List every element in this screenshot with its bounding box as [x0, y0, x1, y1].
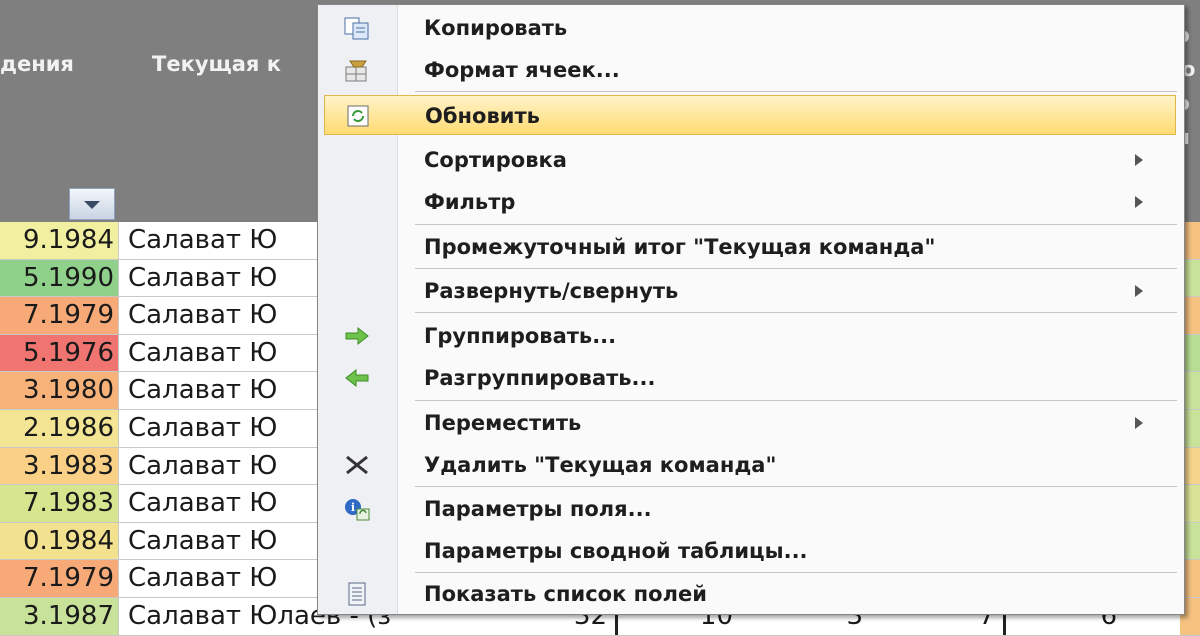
column-header-current-team[interactable]: Текущая к [152, 52, 281, 76]
menu-item-field-settings[interactable]: i Параметры поля... [318, 489, 1184, 529]
filter-dropdown-button[interactable] [69, 188, 115, 220]
menu-separator [415, 400, 1177, 401]
menu-item-label: Переместить [424, 411, 582, 435]
menu-separator [415, 224, 1177, 225]
ungroup-arrow-icon [342, 365, 372, 391]
menu-item-label: Показать список полей [424, 582, 707, 606]
svg-text:i: i [351, 501, 355, 514]
refresh-icon [343, 103, 373, 129]
format-cells-icon [342, 57, 372, 83]
menu-item-label: Группировать... [424, 324, 617, 348]
date-cell[interactable]: 2.1986 [0, 409, 119, 447]
submenu-arrow-icon [1135, 417, 1143, 429]
date-cell[interactable]: 3.1987 [0, 597, 119, 635]
menu-item-label: Формат ячеек... [424, 58, 620, 82]
menu-item-label: Обновить [425, 104, 540, 128]
menu-item-show-field-list[interactable]: Показать список полей [318, 574, 1184, 614]
copy-icon [342, 15, 372, 41]
menu-item-label: Промежуточный итог "Текущая команда" [424, 235, 936, 259]
menu-item-label: Фильтр [424, 190, 516, 214]
menu-item-subtotal[interactable]: Промежуточный итог "Текущая команда" [318, 227, 1184, 267]
field-list-icon [342, 581, 372, 607]
menu-separator [415, 91, 1177, 92]
menu-item-filter[interactable]: Фильтр [318, 182, 1184, 222]
date-cell[interactable]: 5.1976 [0, 334, 119, 372]
menu-item-group[interactable]: Группировать... [318, 316, 1184, 356]
date-cell[interactable]: 7.1979 [0, 297, 119, 334]
date-cell[interactable]: 7.1983 [0, 485, 119, 522]
menu-item-pivot-settings[interactable]: Параметры сводной таблицы... [318, 531, 1184, 571]
menu-item-expand-collapse[interactable]: Развернуть/свернуть [318, 271, 1184, 311]
menu-item-refresh[interactable]: Обновить [324, 95, 1176, 135]
submenu-arrow-icon [1135, 154, 1143, 166]
date-cell[interactable]: 7.1979 [0, 560, 119, 597]
menu-separator [415, 312, 1177, 313]
menu-item-label: Разгруппировать... [424, 366, 656, 390]
date-cell[interactable]: 3.1983 [0, 447, 119, 485]
menu-item-label: Сортировка [424, 148, 567, 172]
delete-icon [342, 452, 372, 478]
menu-item-label: Параметры сводной таблицы... [424, 539, 808, 563]
submenu-arrow-icon [1135, 285, 1143, 297]
menu-item-label: Удалить "Текущая команда" [424, 453, 777, 477]
menu-separator [415, 268, 1177, 269]
column-header-birthdate[interactable]: дения [0, 52, 74, 76]
menu-item-sort[interactable]: Сортировка [318, 140, 1184, 180]
menu-item-label: Параметры поля... [424, 497, 652, 521]
menu-item-move[interactable]: Переместить [318, 403, 1184, 443]
field-settings-icon: i [342, 496, 372, 522]
date-cell[interactable]: 5.1990 [0, 259, 119, 297]
group-arrow-icon [342, 323, 372, 349]
submenu-arrow-icon [1135, 196, 1143, 208]
date-cell[interactable]: 9.1984 [0, 222, 119, 259]
date-cell[interactable]: 0.1984 [0, 522, 119, 560]
menu-item-ungroup[interactable]: Разгруппировать... [318, 358, 1184, 398]
date-cell[interactable]: 3.1980 [0, 372, 119, 409]
menu-separator [415, 486, 1177, 487]
context-menu: Копировать Формат ячеек... Обновить Сорт… [317, 4, 1185, 615]
menu-item-label: Развернуть/свернуть [424, 279, 679, 303]
menu-item-delete[interactable]: Удалить "Текущая команда" [318, 445, 1184, 485]
menu-item-label: Копировать [424, 16, 568, 40]
menu-item-format-cells[interactable]: Формат ячеек... [318, 50, 1184, 90]
menu-separator [415, 572, 1177, 573]
menu-item-copy[interactable]: Копировать [318, 8, 1184, 48]
